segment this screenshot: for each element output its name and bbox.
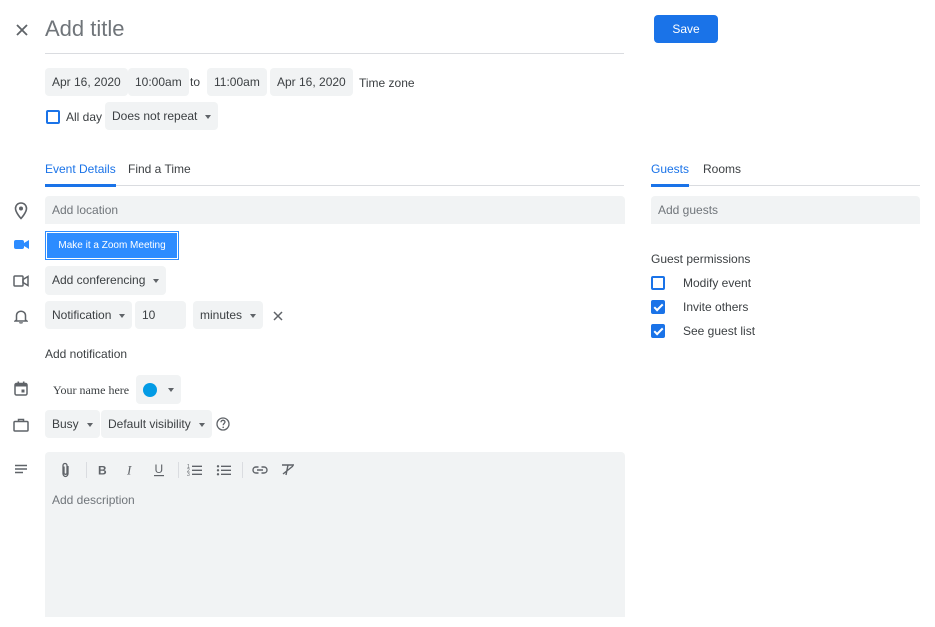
to-label: to — [190, 75, 201, 89]
end-date-field[interactable]: Apr 16, 2020 — [270, 68, 353, 96]
availability-dropdown[interactable]: Busy — [45, 410, 100, 438]
numbered-list-icon[interactable]: 1 2 3 — [186, 461, 204, 479]
add-conferencing-label: Add conferencing — [52, 273, 146, 287]
visibility-dropdown[interactable]: Default visibility — [101, 410, 212, 438]
calendar-color-swatch — [143, 382, 157, 397]
toolbar-divider — [86, 462, 87, 478]
modify-event-label: Modify event — [683, 276, 752, 290]
svg-text:I: I — [126, 463, 132, 478]
briefcase-icon — [13, 418, 29, 432]
add-notification-link[interactable]: Add notification — [45, 347, 127, 361]
toolbar-divider — [178, 462, 179, 478]
all-day-checkbox[interactable] — [46, 110, 60, 124]
underline-icon[interactable]: U — [150, 461, 168, 479]
description-placeholder: Add description — [52, 493, 135, 507]
save-button[interactable]: Save — [654, 15, 718, 43]
invite-others-checkbox[interactable] — [651, 300, 665, 314]
help-icon[interactable] — [216, 417, 230, 431]
repeat-value: Does not repeat — [112, 109, 198, 123]
add-guests-placeholder: Add guests — [658, 203, 719, 217]
toolbar-divider — [242, 462, 243, 478]
start-date-field[interactable]: Apr 16, 2020 — [45, 68, 128, 96]
invite-others-label: Invite others — [683, 300, 749, 314]
availability-value: Busy — [52, 417, 79, 431]
bell-icon — [14, 310, 28, 324]
zoom-camera-icon — [14, 240, 29, 249]
zoom-meeting-button[interactable]: Make it a Zoom Meeting — [45, 231, 179, 260]
location-input[interactable]: Add location — [45, 196, 625, 224]
remove-notification-icon[interactable] — [273, 311, 283, 321]
notification-amount-input[interactable]: 10 — [135, 301, 186, 329]
notification-type-value: Notification — [52, 308, 112, 322]
calendar-icon — [14, 381, 28, 396]
svg-text:3: 3 — [187, 472, 190, 478]
tab-guests[interactable]: Guests — [651, 154, 690, 187]
svg-text:U: U — [155, 462, 164, 476]
location-pin-icon — [14, 202, 28, 220]
add-guests-input[interactable]: Add guests — [651, 196, 920, 224]
end-time-field[interactable]: 11:00am — [207, 68, 267, 96]
start-time-field[interactable]: 10:00am — [128, 68, 189, 96]
notification-unit-dropdown[interactable]: minutes — [193, 301, 264, 329]
location-placeholder: Add location — [52, 203, 119, 217]
italic-icon[interactable]: I — [121, 461, 139, 479]
video-camera-icon — [13, 275, 29, 287]
all-day-label: All day — [66, 110, 103, 124]
zoom-meeting-label: Make it a Zoom Meeting — [47, 233, 177, 258]
guest-permissions-title: Guest permissions — [651, 252, 751, 266]
see-guest-list-label: See guest list — [683, 324, 756, 338]
tab-find-a-time[interactable]: Find a Time — [128, 154, 191, 187]
title-placeholder: Add title — [45, 16, 125, 41]
notification-unit-value: minutes — [200, 308, 243, 322]
time-zone-link[interactable]: Time zone — [359, 76, 415, 90]
calendar-color-dropdown[interactable] — [136, 375, 182, 404]
add-conferencing-dropdown[interactable]: Add conferencing — [45, 266, 167, 295]
notification-type-dropdown[interactable]: Notification — [45, 301, 133, 329]
attachment-icon[interactable] — [57, 461, 75, 479]
clear-formatting-icon[interactable] — [279, 461, 297, 479]
visibility-value: Default visibility — [108, 417, 191, 431]
bold-icon[interactable]: B — [93, 461, 111, 479]
svg-text:B: B — [98, 464, 107, 478]
close-icon[interactable] — [15, 23, 29, 37]
title-input[interactable]: Add title — [45, 12, 624, 54]
bulleted-list-icon[interactable] — [215, 461, 233, 479]
see-guest-list-checkbox[interactable] — [651, 324, 665, 338]
modify-event-checkbox[interactable] — [651, 276, 665, 290]
description-lines-icon — [15, 464, 27, 474]
repeat-dropdown[interactable]: Does not repeat — [105, 102, 219, 130]
guests-tabs-divider — [651, 185, 920, 186]
tab-event-details[interactable]: Event Details — [45, 154, 116, 187]
link-icon[interactable] — [251, 461, 269, 479]
calendar-owner-name: Your name here — [53, 383, 130, 397]
tab-rooms[interactable]: Rooms — [703, 154, 741, 187]
